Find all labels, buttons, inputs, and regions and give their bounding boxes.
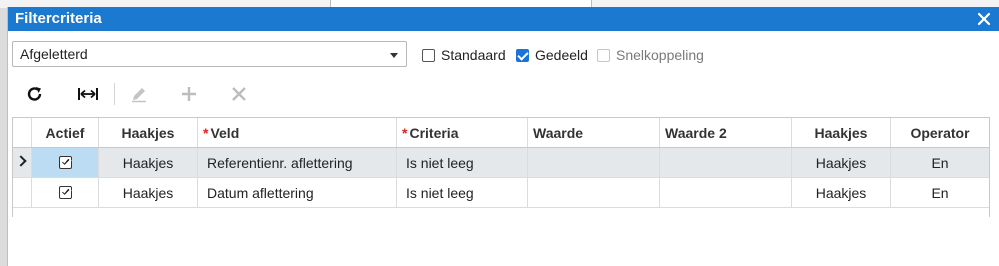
required-marker: * (203, 124, 209, 141)
operator-cell[interactable]: En (891, 148, 989, 177)
veld-cell[interactable]: Referentienr. aflettering (198, 148, 397, 177)
check-icon (60, 158, 70, 167)
background-window-edge (0, 8, 7, 266)
column-header-actief[interactable]: Actief (32, 118, 99, 147)
column-header-waarde-2-label: Waarde 2 (665, 124, 727, 141)
dialog-titlebar: Filtercriteria (8, 7, 999, 31)
filter-select[interactable]: Afgeletterd (12, 41, 407, 67)
column-header-waarde-2[interactable]: Waarde 2 (660, 118, 792, 147)
delete-icon (232, 87, 246, 101)
standaard-checkbox[interactable]: Standaard (422, 47, 506, 63)
add-button[interactable] (176, 81, 202, 107)
haakjes-open-cell[interactable]: Haakjes (99, 148, 198, 177)
table-row[interactable]: Haakjes Referentienr. aflettering Is nie… (13, 148, 989, 178)
column-header-waarde-label: Waarde (533, 124, 584, 141)
waarde-2-cell[interactable] (660, 148, 792, 177)
filter-grid: Actief Haakjes * Veld * Criteria Waarde Wa… (12, 117, 990, 217)
actief-cell[interactable] (32, 178, 99, 207)
dialog-title: Filtercriteria (15, 10, 102, 27)
filter-row: Afgeletterd Standaard Gedeeld Snelkoppel… (8, 39, 999, 71)
column-header-operator-label: Operator (910, 124, 970, 141)
column-header-veld[interactable]: * Veld (198, 118, 397, 147)
actief-checkbox[interactable] (58, 186, 72, 199)
delete-button[interactable] (226, 81, 252, 107)
chevron-right-icon (15, 155, 27, 167)
close-button[interactable] (974, 7, 994, 31)
waarde-cell[interactable] (528, 178, 660, 207)
column-header-haakjes-open-label: Haakjes (121, 124, 175, 141)
edit-icon (132, 88, 146, 103)
add-icon (182, 87, 196, 101)
veld-value: Datum aflettering (207, 184, 314, 201)
column-header-criteria[interactable]: * Criteria (397, 118, 528, 147)
haakjes-close-cell[interactable]: Haakjes (792, 148, 891, 177)
refresh-button[interactable] (22, 81, 48, 107)
gedeeld-label: Gedeeld (535, 47, 588, 63)
criteria-value: Is niet leeg (406, 184, 474, 201)
veld-value: Referentienr. aflettering (207, 154, 353, 171)
criteria-cell[interactable]: Is niet leeg (397, 178, 528, 207)
haakjes-close-value: Haakjes (815, 184, 867, 201)
fit-columns-button[interactable] (75, 81, 101, 107)
column-header-actief-label: Actief (45, 124, 85, 141)
column-header-veld-label: Veld (210, 124, 240, 141)
required-marker: * (402, 124, 408, 141)
snelkoppeling-checkbox[interactable]: Snelkoppeling (597, 47, 704, 63)
refresh-icon (27, 87, 42, 101)
haakjes-close-value: Haakjes (815, 154, 867, 171)
haakjes-open-value: Haakjes (122, 154, 174, 171)
column-header-criteria-label: Criteria (409, 124, 459, 141)
column-header-waarde[interactable]: Waarde (528, 118, 660, 147)
row-selector[interactable] (13, 148, 32, 177)
snelkoppeling-checkbox-box[interactable] (597, 48, 610, 62)
gedeeld-checkbox[interactable]: Gedeeld (516, 47, 588, 63)
grid-toolbar (8, 79, 999, 109)
standaard-label: Standaard (441, 47, 506, 63)
actief-checkbox[interactable] (58, 156, 72, 169)
row-selector[interactable] (13, 178, 32, 207)
criteria-cell[interactable]: Is niet leeg (397, 148, 528, 177)
column-header-haakjes-open[interactable]: Haakjes (99, 118, 198, 147)
operator-value: En (931, 184, 949, 201)
haakjes-close-cell[interactable]: Haakjes (792, 178, 891, 207)
filter-criteria-dialog: Filtercriteria Afgeletterd Standaard Ged… (7, 7, 999, 266)
operator-value: En (931, 154, 949, 171)
veld-cell[interactable]: Datum aflettering (198, 178, 397, 207)
column-header-haakjes-close-label: Haakjes (814, 124, 868, 141)
column-header-haakjes-close[interactable]: Haakjes (792, 118, 891, 147)
actief-cell[interactable] (32, 148, 99, 177)
fit-columns-icon (78, 88, 98, 100)
operator-cell[interactable]: En (891, 178, 989, 207)
edit-button[interactable] (126, 81, 152, 107)
waarde-2-cell[interactable] (660, 178, 792, 207)
grid-header: Actief Haakjes * Veld * Criteria Waarde Wa… (13, 118, 989, 148)
snelkoppeling-label: Snelkoppeling (616, 47, 704, 63)
haakjes-open-value: Haakjes (122, 184, 174, 201)
row-marker-header (13, 118, 32, 147)
check-icon (60, 188, 70, 197)
criteria-value: Is niet leeg (406, 154, 474, 171)
haakjes-open-cell[interactable]: Haakjes (99, 178, 198, 207)
chevron-down-icon (390, 53, 398, 58)
close-icon (977, 12, 991, 26)
toolbar-separator (114, 83, 115, 105)
table-row[interactable]: Haakjes Datum aflettering Is niet leeg H… (13, 178, 989, 208)
column-header-operator[interactable]: Operator (891, 118, 989, 147)
standaard-checkbox-box[interactable] (422, 48, 435, 62)
gedeeld-checkbox-box[interactable] (516, 48, 529, 62)
filter-select-value: Afgeletterd (20, 46, 88, 62)
waarde-cell[interactable] (528, 148, 660, 177)
